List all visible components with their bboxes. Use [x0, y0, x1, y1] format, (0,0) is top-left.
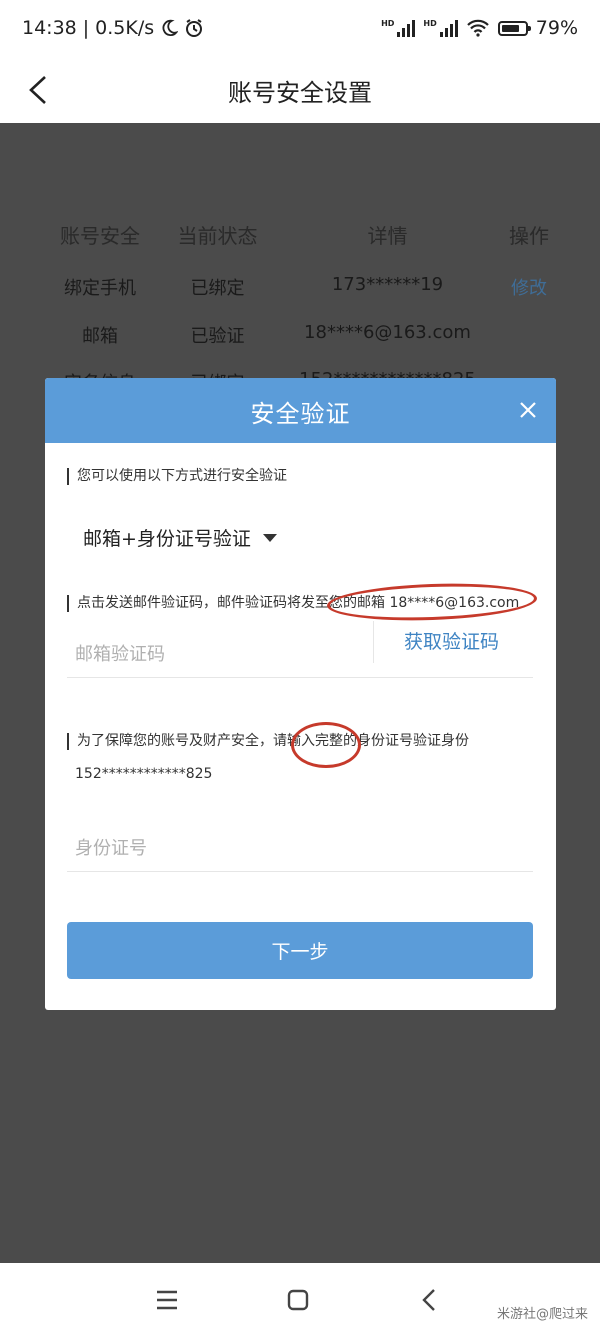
wifi-icon — [466, 19, 489, 37]
column-header: 操作 — [509, 224, 549, 248]
table-header: 账号安全 当前状态 详情 操作 — [0, 220, 600, 260]
column-header: 详情 — [367, 224, 408, 248]
id-number-row — [67, 823, 533, 872]
id-hint: 为了保障您的账号及财产安全，请输入完整的身份证号验证身份 — [67, 733, 469, 750]
column-header: 当前状态 — [177, 224, 258, 248]
watermark: 米游社@爬过来 — [496, 1307, 588, 1322]
dialog-header: 安全验证 — [45, 378, 556, 443]
battery-icon — [497, 20, 531, 36]
close-button[interactable] — [514, 396, 542, 424]
modify-link[interactable]: 修改 — [495, 274, 563, 300]
table-row: 邮箱 已验证 18****6@163.com — [0, 322, 600, 362]
caret-down-icon — [262, 533, 277, 542]
masked-id-number: 152************825 — [75, 766, 213, 782]
home-square-icon — [287, 1289, 309, 1311]
nav-back-button[interactable] — [414, 1285, 444, 1315]
get-code-button[interactable]: 获取验证码 — [373, 621, 499, 663]
page-title: 账号安全设置 — [228, 79, 372, 107]
signal-2-icon: HD — [423, 19, 458, 37]
system-nav-bar: 米游社@爬过来 — [0, 1263, 600, 1333]
method-hint: 您可以使用以下方式进行安全验证 — [67, 468, 287, 485]
row-item: 邮箱 — [82, 326, 118, 347]
alarm-icon — [186, 19, 203, 37]
menu-icon — [157, 1290, 177, 1310]
selected-method: 邮箱+身份证号验证 — [83, 528, 251, 550]
row-detail: 18****6@163.com — [304, 322, 471, 343]
status-time: 14:38 — [22, 17, 77, 39]
next-step-button[interactable]: 下一步 — [67, 922, 533, 979]
email-code-row: 获取验证码 — [67, 621, 533, 678]
row-status: 已验证 — [190, 326, 245, 347]
app-bar: 账号安全设置 — [0, 56, 600, 123]
table-row: 绑定手机 已绑定 173******19 修改 — [0, 274, 600, 314]
menu-button[interactable] — [152, 1285, 182, 1315]
email-hint: 点击发送邮件验证码，邮件验证码将发至您的邮箱 18****6@163.com — [67, 595, 519, 612]
column-header: 账号安全 — [60, 224, 140, 248]
verification-method-select[interactable]: 邮箱+身份证号验证 — [83, 524, 277, 551]
row-status: 已绑定 — [190, 278, 245, 299]
row-detail: 173******19 — [331, 274, 444, 295]
id-number-input[interactable] — [73, 833, 367, 863]
chevron-left-icon — [422, 1289, 435, 1311]
status-bar: 14:38 | 0.5K/s HD HD 79% — [0, 0, 600, 56]
battery-percent: 79% — [535, 17, 578, 39]
moon-icon — [162, 19, 179, 37]
email-code-input[interactable] — [73, 639, 367, 669]
row-item: 绑定手机 — [64, 278, 136, 299]
status-net-speed: 0.5K/s — [95, 17, 155, 39]
signal-icon: HD — [381, 19, 416, 37]
close-icon — [520, 402, 536, 418]
home-button[interactable] — [283, 1285, 313, 1315]
dialog-title: 安全验证 — [250, 400, 351, 428]
security-verification-dialog: 安全验证 您可以使用以下方式进行安全验证 邮箱+身份证号验证 点击发送邮件验证码… — [45, 378, 556, 1010]
